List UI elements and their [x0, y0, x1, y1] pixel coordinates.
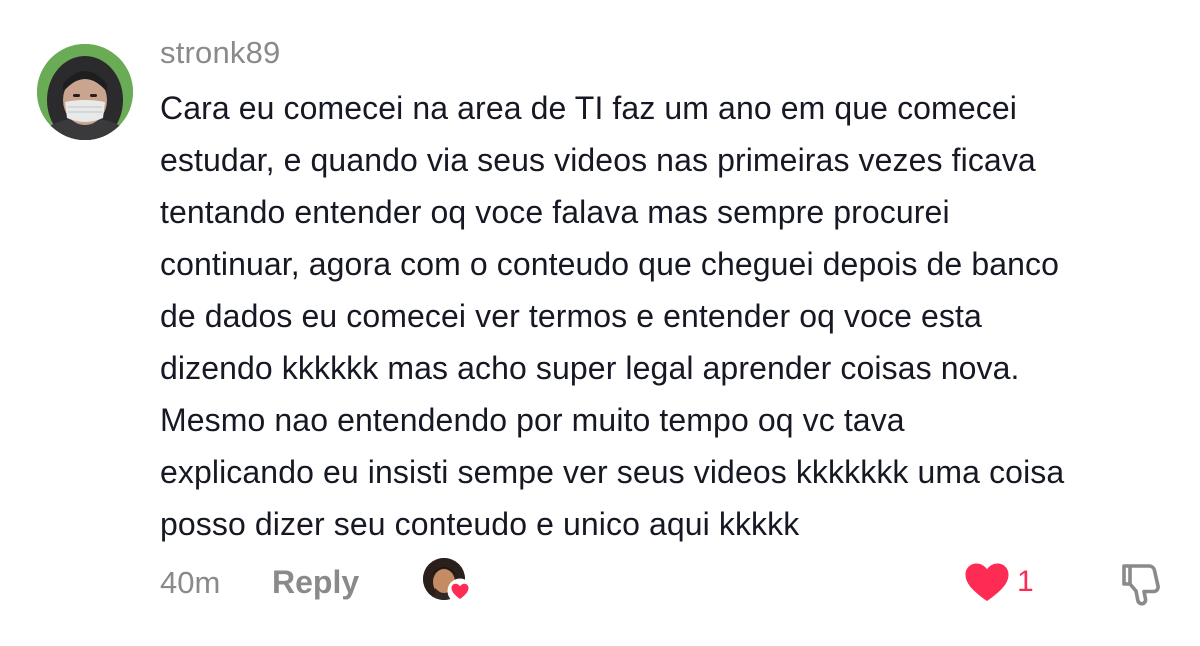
user-avatar[interactable] [37, 44, 133, 140]
creator-heart-icon [447, 578, 473, 604]
comment-text-line: explicando eu insisti sempe ver seus vid… [160, 454, 1065, 490]
comment-text-line: estudar, e quando via seus videos nas pr… [160, 142, 1036, 178]
thumbs-down-icon [1122, 564, 1160, 606]
comment-text-line: Cara eu comecei na area de TI faz um ano… [160, 90, 1017, 126]
comment-text-line: de dados eu comecei ver termos e entende… [160, 298, 982, 334]
comment-text: Cara eu comecei na area de TI faz um ano… [160, 82, 1170, 550]
comment-username[interactable]: stronk89 [160, 34, 281, 72]
like-button[interactable]: 1 [964, 559, 1044, 605]
dislike-button[interactable] [1116, 558, 1166, 608]
creator-liked-badge [423, 558, 473, 606]
user-avatar-image [37, 44, 133, 140]
comment-text-line: dizendo kkkkkk mas acho super legal apre… [160, 350, 1020, 386]
comment-text-line: Mesmo nao entendendo por muito tempo oq … [160, 402, 905, 438]
comment-text-line: posso dizer seu conteudo e unico aqui kk… [160, 506, 800, 542]
reply-button[interactable]: Reply [272, 562, 359, 602]
comment-timestamp: 40m [160, 565, 221, 600]
comment-text-line: continuar, agora com o conteudo que cheg… [160, 246, 1060, 282]
comment-actions: 40m Reply 1 [0, 555, 1200, 607]
heart-icon [965, 563, 1009, 601]
like-count: 1 [1017, 565, 1034, 598]
comment-item: stronk89 Cara eu comecei na area de TI f… [0, 0, 1200, 646]
comment-text-line: tentando entender oq voce falava mas sem… [160, 194, 950, 230]
